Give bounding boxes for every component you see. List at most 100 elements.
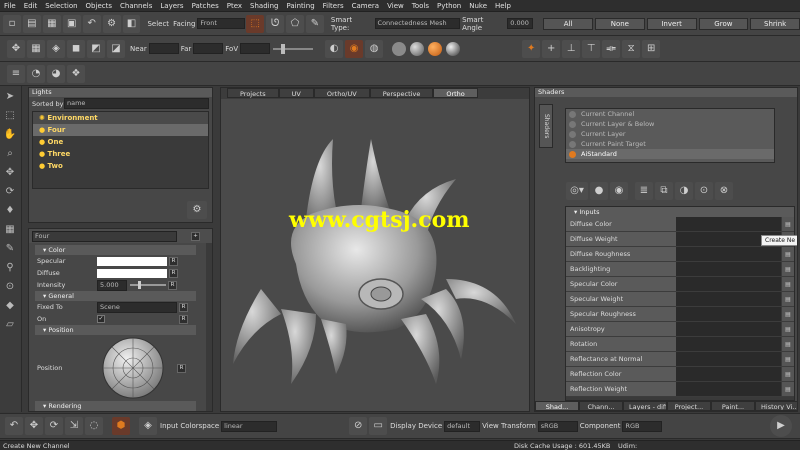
- facing-dropdown[interactable]: Front: [197, 18, 246, 29]
- shader-input-row[interactable]: Reflection Color ▤: [566, 367, 794, 382]
- polygon-select-icon[interactable]: ⬠: [286, 14, 304, 33]
- transform-orange-icon[interactable]: ✦: [522, 39, 541, 58]
- shader-input-value[interactable]: [676, 262, 781, 276]
- light-item-environment[interactable]: ✺ Environment: [33, 112, 208, 124]
- menu-objects[interactable]: Objects: [82, 0, 116, 12]
- shader-item[interactable]: Current Layer & Below: [566, 119, 774, 129]
- right-tab-3[interactable]: Project...: [667, 401, 711, 411]
- shader-input-value[interactable]: [676, 337, 781, 351]
- fov-slider[interactable]: [273, 43, 314, 54]
- brush-stack-icon[interactable]: ◕: [47, 64, 65, 83]
- general-section[interactable]: ▾ General: [35, 291, 196, 301]
- menu-file[interactable]: File: [0, 0, 20, 12]
- file-open-icon[interactable]: ▤: [22, 14, 41, 33]
- shader-item[interactable]: Current Paint Target: [566, 139, 774, 149]
- mirror-icon[interactable]: ⧖: [622, 39, 641, 58]
- menu-help[interactable]: Help: [491, 0, 515, 12]
- undo-icon[interactable]: ↶: [5, 417, 23, 435]
- camera-icon[interactable]: ◩: [87, 39, 105, 58]
- shader-input-value[interactable]: [676, 277, 781, 291]
- marquee-select-icon[interactable]: ⬚: [246, 14, 265, 33]
- create-channel-icon[interactable]: ▤: [782, 367, 794, 381]
- pin-tool-icon[interactable]: ⚲: [2, 260, 18, 276]
- right-tab-4[interactable]: Paint...: [711, 401, 755, 411]
- shader-input-row[interactable]: Specular Weight ▤: [566, 292, 794, 307]
- brush-list-icon[interactable]: ≡: [7, 64, 25, 83]
- shader-input-value[interactable]: [676, 322, 781, 336]
- shader-input-row[interactable]: Anisotropy ▤: [566, 322, 794, 337]
- intensity-reset-button[interactable]: R: [168, 280, 177, 290]
- light-item-three[interactable]: ● Three: [33, 148, 208, 160]
- specular-reset-button[interactable]: R: [169, 256, 178, 266]
- on-checkbox[interactable]: ✓: [97, 315, 105, 323]
- light-position-sphere[interactable]: [101, 336, 165, 400]
- shaders-side-tab[interactable]: Shaders: [539, 104, 553, 148]
- shader-input-row[interactable]: Reflectance at Normal (Specular) ▤: [566, 352, 794, 378]
- axis-y-icon[interactable]: ⊥: [562, 39, 581, 58]
- display-device-dropdown[interactable]: default: [444, 420, 481, 432]
- menu-view[interactable]: View: [383, 0, 408, 12]
- viewport-canvas[interactable]: www.cgtsj.com: [221, 99, 529, 411]
- smart-type-dropdown[interactable]: Connectedness Mesh: [374, 18, 461, 29]
- menu-layers[interactable]: Layers: [156, 0, 187, 12]
- pivot-transform-icon[interactable]: ◌: [85, 417, 103, 435]
- lasso-select-icon[interactable]: ᘎ: [266, 14, 285, 33]
- component-dropdown[interactable]: RGB: [622, 420, 663, 432]
- fill-tool-icon[interactable]: ◆: [2, 298, 18, 314]
- fixed-to-dropdown[interactable]: Scene: [97, 301, 177, 313]
- inputs-section[interactable]: ▾ Inputs: [566, 207, 794, 217]
- menu-edit[interactable]: Edit: [20, 0, 42, 12]
- settings-icon[interactable]: ⚙: [102, 14, 121, 33]
- move-icon[interactable]: ✥: [7, 39, 25, 58]
- fov-input[interactable]: [240, 43, 271, 54]
- menu-painting[interactable]: Painting: [282, 0, 318, 12]
- create-channel-icon[interactable]: ▤: [782, 217, 794, 231]
- create-channel-icon[interactable]: ▤: [782, 262, 794, 276]
- add-property-button[interactable]: +: [191, 231, 200, 241]
- shader-input-value[interactable]: [676, 247, 781, 261]
- on-reset-button[interactable]: R: [179, 314, 188, 324]
- tab-ortho[interactable]: Ortho: [433, 88, 478, 98]
- axis-x-icon[interactable]: +: [542, 39, 561, 58]
- sorted-by-dropdown[interactable]: name: [64, 98, 209, 109]
- rendering-section[interactable]: ▾ Rendering: [35, 401, 196, 411]
- color-section[interactable]: ▾ Color: [35, 245, 196, 255]
- select-all-button[interactable]: All: [543, 17, 593, 30]
- drop-tool-icon[interactable]: ♦: [2, 203, 18, 219]
- paint-select-icon[interactable]: ✎: [305, 14, 324, 33]
- shader-input-row[interactable]: Rotation ▤: [566, 337, 794, 352]
- position-reset-button[interactable]: R: [177, 363, 186, 373]
- light-name-field[interactable]: Four: [32, 230, 177, 242]
- shader-item[interactable]: Current Layer: [566, 129, 774, 139]
- paint-brush-icon[interactable]: ✎: [2, 241, 18, 257]
- tab-uv[interactable]: UV: [278, 88, 314, 98]
- input-colorspace-dropdown[interactable]: linear: [221, 420, 278, 432]
- near-input[interactable]: [148, 43, 179, 54]
- add-shader-icon[interactable]: ◎▾: [566, 182, 588, 200]
- shader-input-value[interactable]: [676, 217, 781, 231]
- file-new-icon[interactable]: ▫: [3, 14, 21, 33]
- right-tab-0[interactable]: Shad...: [535, 401, 579, 411]
- display-icon[interactable]: ▭: [369, 417, 388, 435]
- view-transform-dropdown[interactable]: sRGB: [537, 420, 578, 432]
- rotate-tool-icon[interactable]: ⟳: [2, 184, 18, 200]
- menu-selection[interactable]: Selection: [41, 0, 81, 12]
- far-input[interactable]: [193, 43, 224, 54]
- create-channel-icon[interactable]: ▤: [782, 292, 794, 306]
- grid-icon[interactable]: ▦: [27, 39, 45, 58]
- menu-channels[interactable]: Channels: [116, 0, 156, 12]
- create-channel-icon[interactable]: ▤: [782, 382, 794, 396]
- shader-link-icon[interactable]: ⊙: [695, 182, 713, 200]
- full-sphere-icon[interactable]: [446, 41, 461, 56]
- right-tab-2[interactable]: Layers - diff...: [623, 401, 667, 411]
- grid-toggle-icon[interactable]: ⊞: [642, 39, 661, 58]
- lighting-mode-icon[interactable]: ◐: [325, 39, 344, 58]
- paint-shading-icon[interactable]: ◉: [345, 39, 364, 58]
- shader-sphere-icon[interactable]: [428, 41, 443, 56]
- shader-input-row[interactable]: Diffuse Weight▤: [566, 232, 794, 247]
- tab-projects[interactable]: Projects: [227, 88, 279, 98]
- pan-tool-icon[interactable]: ✋: [2, 127, 18, 143]
- shader-copy-icon[interactable]: ⧉: [655, 182, 673, 200]
- shader-input-row[interactable]: Specular Color ▤: [566, 277, 794, 292]
- brush-orange-icon[interactable]: ⬢: [112, 417, 130, 435]
